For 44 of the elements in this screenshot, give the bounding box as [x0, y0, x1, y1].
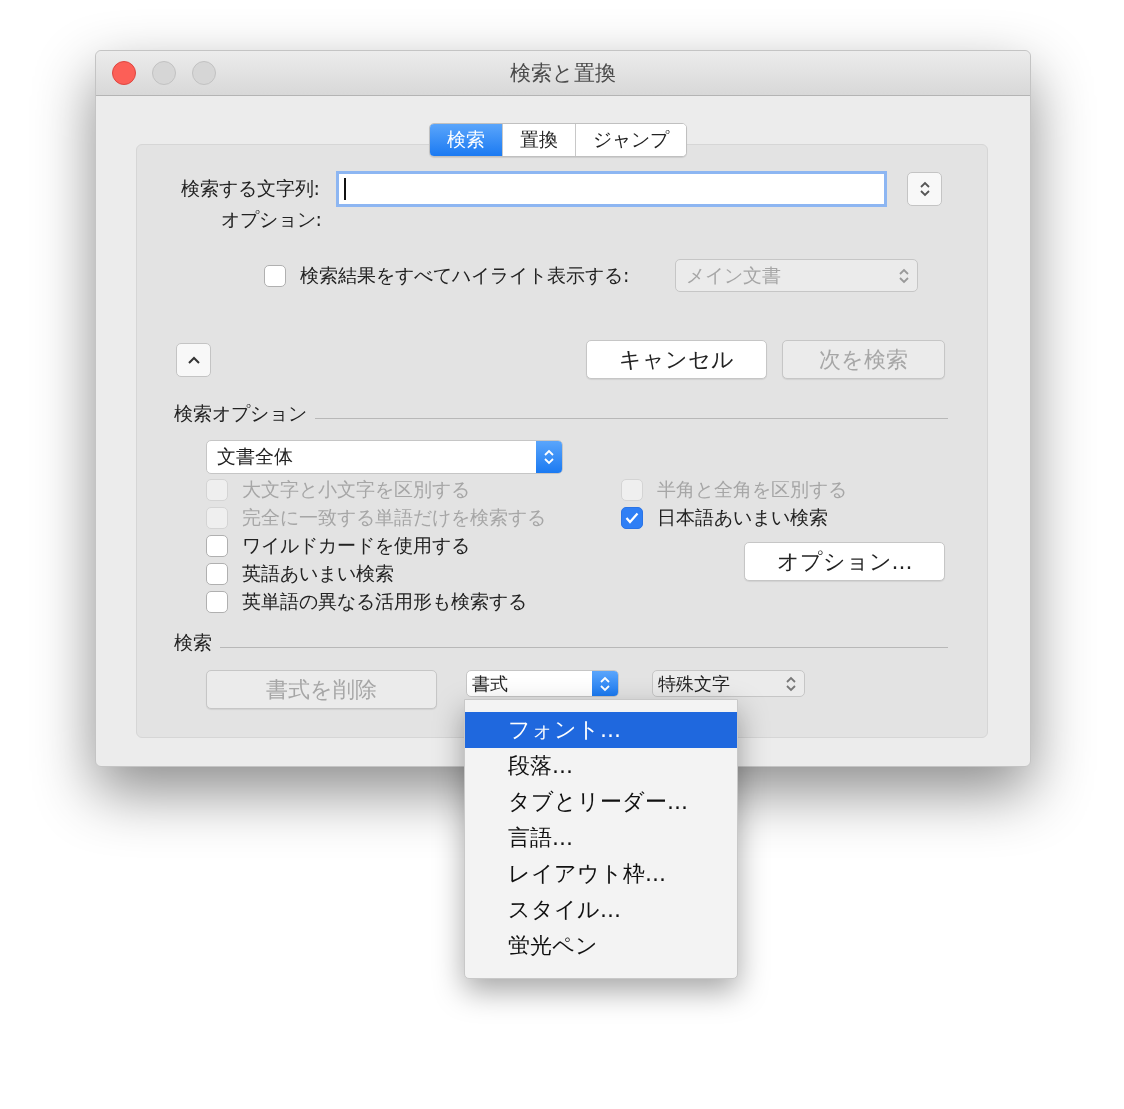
scope-dropdown[interactable]: 文書全体	[206, 440, 563, 474]
options-label: オプション:	[219, 207, 322, 232]
section-heading: 検索オプション	[174, 401, 307, 426]
zoom-button[interactable]	[192, 61, 216, 85]
checkbox-label: 完全に一致する単語だけを検索する	[242, 505, 546, 530]
menu-item[interactable]: レイアウト枠...	[465, 856, 737, 892]
search-label: 検索する文字列:	[179, 176, 320, 201]
special-characters-dropdown[interactable]: 特殊文字	[652, 670, 805, 697]
stepper-arrows-icon	[899, 267, 910, 284]
search-field[interactable]	[336, 171, 887, 207]
stepper-arrows-icon	[544, 449, 554, 465]
checkbox[interactable]	[621, 507, 643, 529]
minimize-button[interactable]	[152, 61, 176, 85]
stepper-arrows-icon	[786, 675, 796, 692]
stepper-arrows-icon	[600, 675, 610, 692]
checkbox[interactable]	[264, 264, 286, 287]
checkbox[interactable]	[206, 591, 228, 613]
checkbox-label: 大文字と小文字を区別する	[242, 477, 470, 502]
checkbox[interactable]	[206, 563, 228, 585]
menu-item[interactable]: 段落...	[465, 748, 737, 784]
tab[interactable]: ジャンプ	[575, 124, 686, 156]
history-button[interactable]	[907, 172, 942, 206]
checkbox-label: 英単語の異なる活用形も検索する	[242, 589, 527, 614]
section-heading: 検索	[174, 630, 212, 655]
window-title: 検索と置換	[510, 60, 616, 87]
menu-item[interactable]: 言語...	[465, 820, 737, 856]
checkmark-icon	[625, 512, 639, 524]
checkbox-label: 半角と全角を区別する	[657, 477, 847, 502]
close-button[interactable]	[112, 61, 136, 85]
chevron-up-icon	[187, 355, 200, 364]
checkbox-label: 検索結果をすべてハイライト表示する:	[300, 262, 630, 288]
menu-item[interactable]: 蛍光ペン	[465, 928, 737, 964]
checkbox[interactable]	[206, 535, 228, 557]
checkbox-label: 英語あいまい検索	[242, 561, 394, 586]
options-button[interactable]: オプション...	[744, 542, 945, 581]
menu-item[interactable]: タブとリーダー...	[465, 784, 737, 820]
collapse-button[interactable]	[176, 342, 211, 377]
stepper-arrows-icon	[919, 181, 930, 197]
tab[interactable]: 置換	[502, 124, 575, 156]
checkbox-label: ワイルドカードを使用する	[242, 533, 470, 558]
checkbox-label: 日本語あいまい検索	[657, 505, 828, 530]
cancel-button[interactable]: キャンセル	[586, 340, 767, 379]
menu-item[interactable]: フォント...	[465, 712, 737, 748]
menu-item[interactable]: スタイル...	[465, 892, 737, 928]
